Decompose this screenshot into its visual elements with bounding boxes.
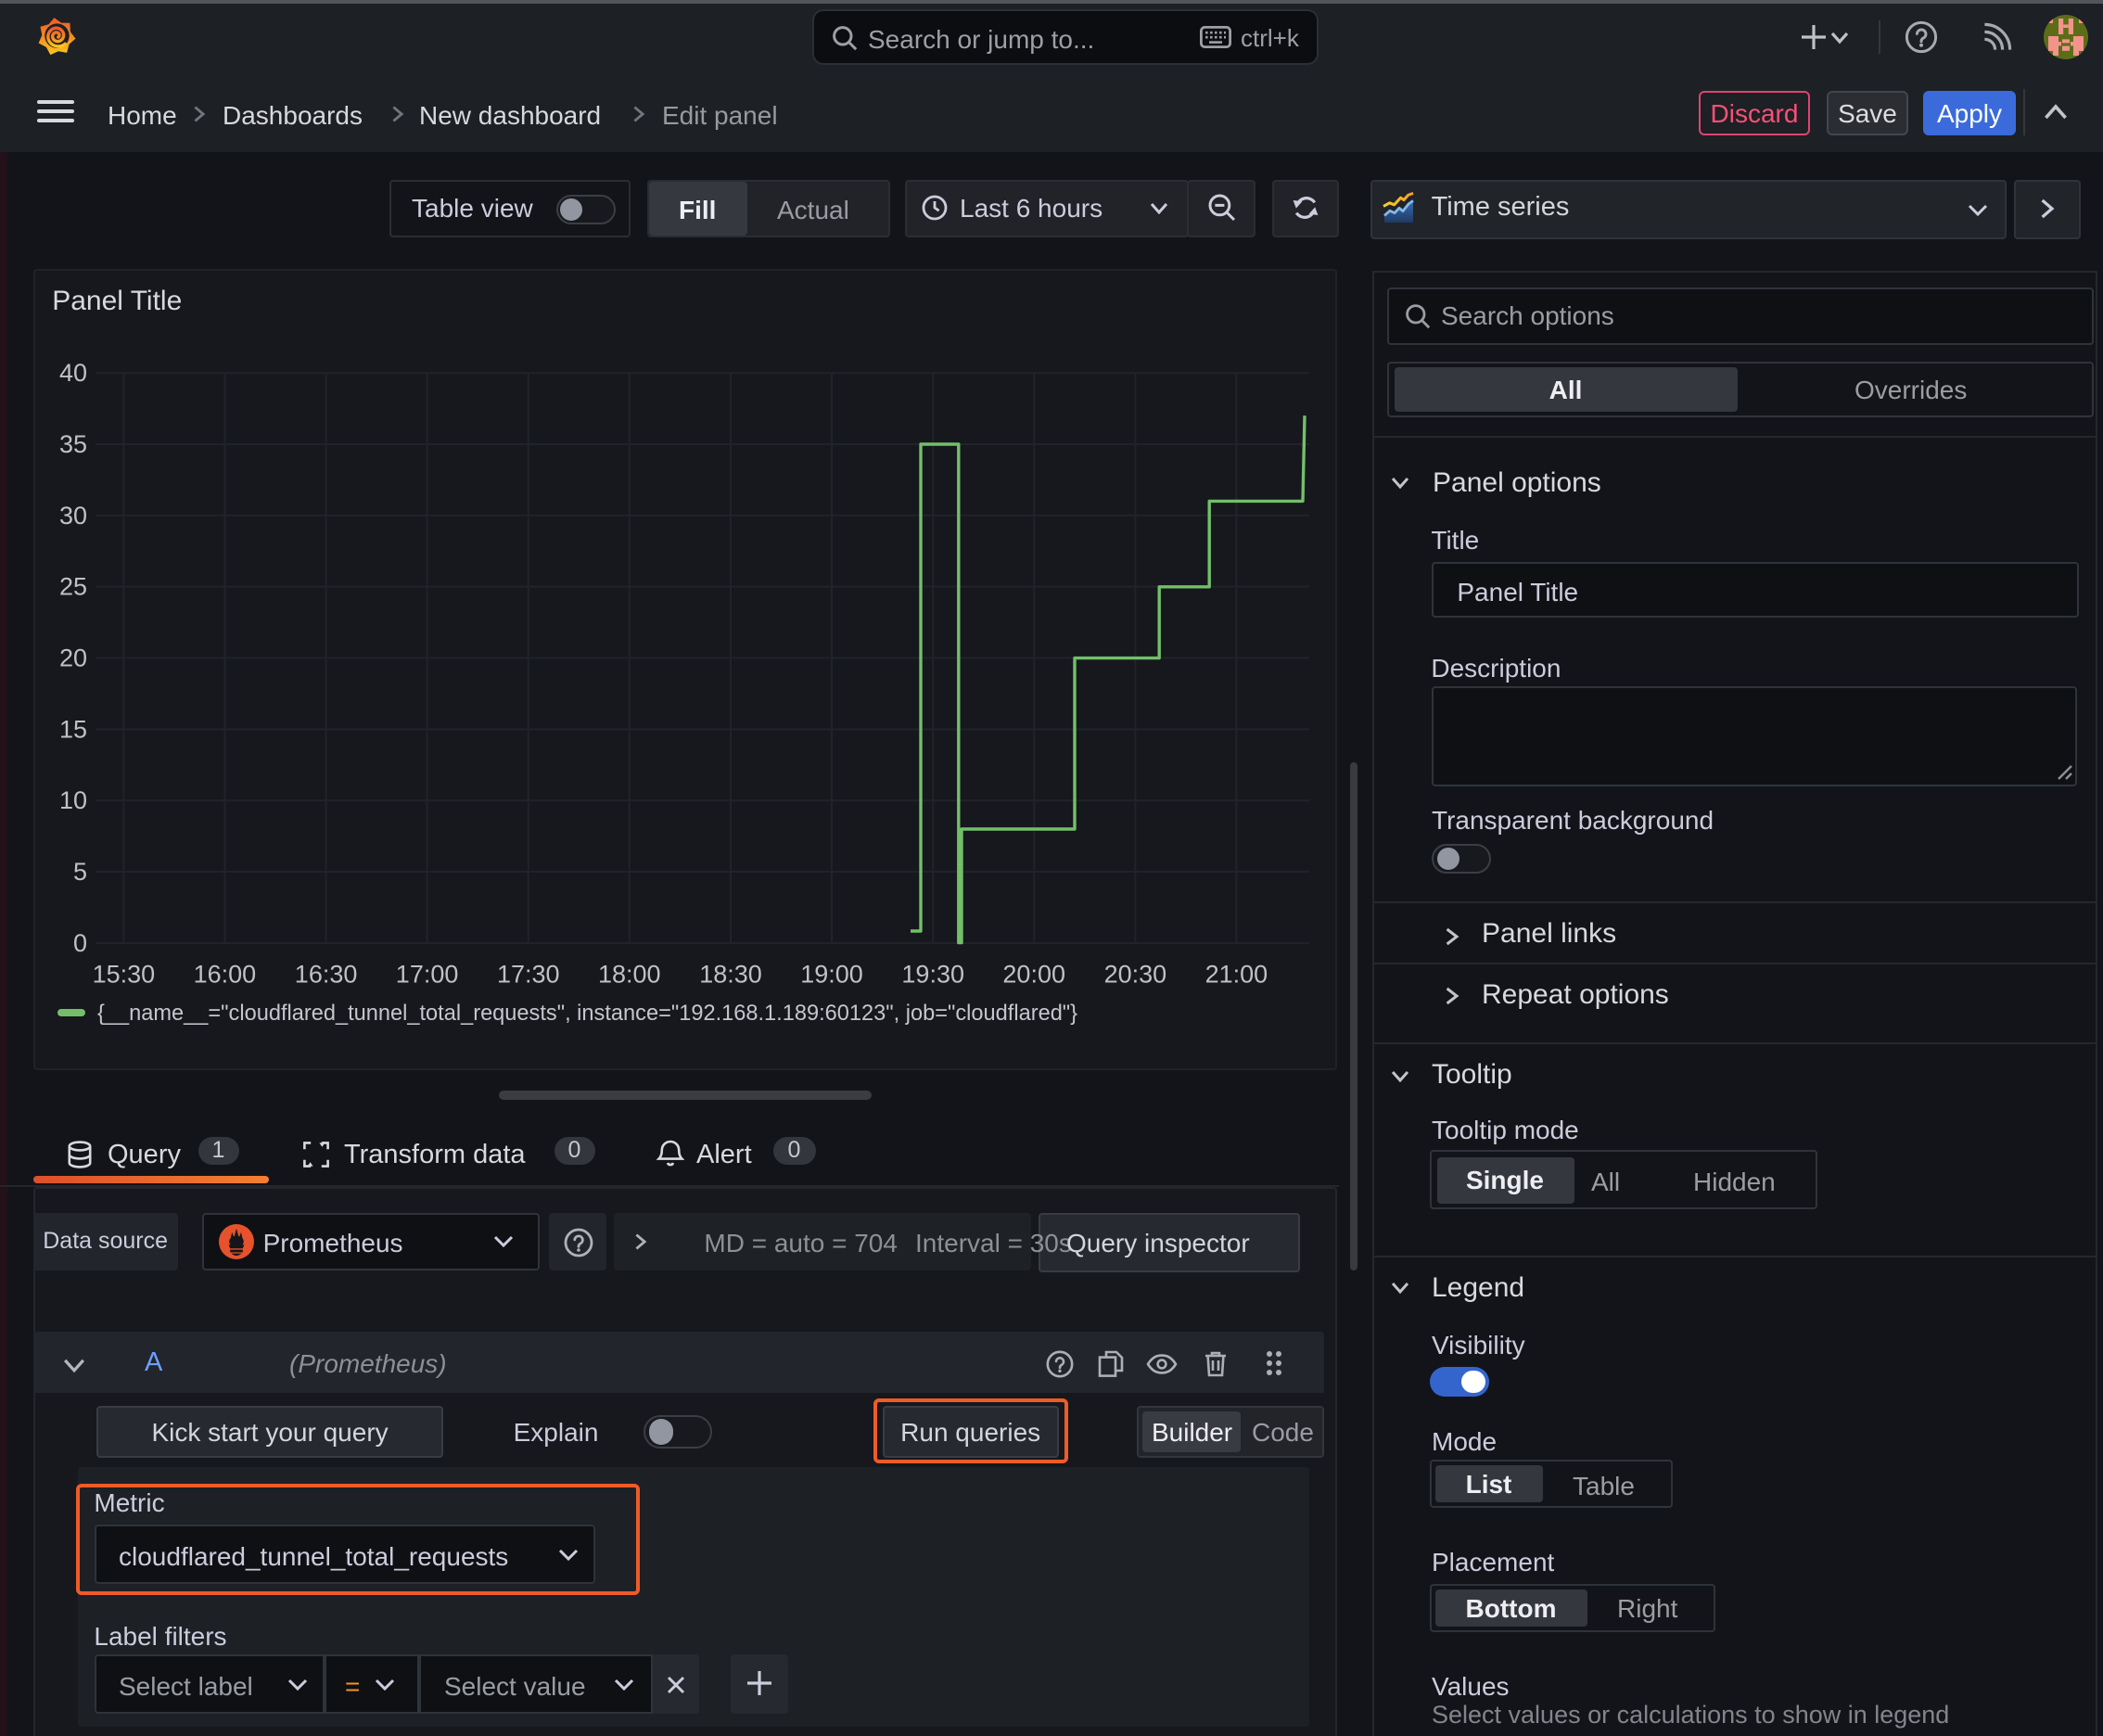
svg-text:15:30: 15:30 <box>93 961 156 989</box>
svg-text:17:30: 17:30 <box>497 961 560 989</box>
svg-text:17:00: 17:00 <box>396 961 459 989</box>
svg-text:10: 10 <box>59 786 87 814</box>
svg-text:0: 0 <box>73 929 87 957</box>
svg-text:21:00: 21:00 <box>1205 961 1268 989</box>
svg-text:20: 20 <box>59 644 87 671</box>
svg-text:25: 25 <box>59 573 87 601</box>
svg-text:35: 35 <box>59 430 87 458</box>
svg-text:20:00: 20:00 <box>1002 961 1065 989</box>
svg-text:18:00: 18:00 <box>598 961 661 989</box>
svg-text:18:30: 18:30 <box>699 961 762 989</box>
svg-text:15: 15 <box>59 715 87 743</box>
svg-text:19:00: 19:00 <box>800 961 863 989</box>
svg-text:16:30: 16:30 <box>295 961 358 989</box>
svg-text:30: 30 <box>59 502 87 530</box>
svg-text:40: 40 <box>59 359 87 387</box>
svg-text:5: 5 <box>73 858 87 886</box>
svg-text:16:00: 16:00 <box>194 961 257 989</box>
svg-text:19:30: 19:30 <box>901 961 964 989</box>
svg-text:20:30: 20:30 <box>1104 961 1167 989</box>
